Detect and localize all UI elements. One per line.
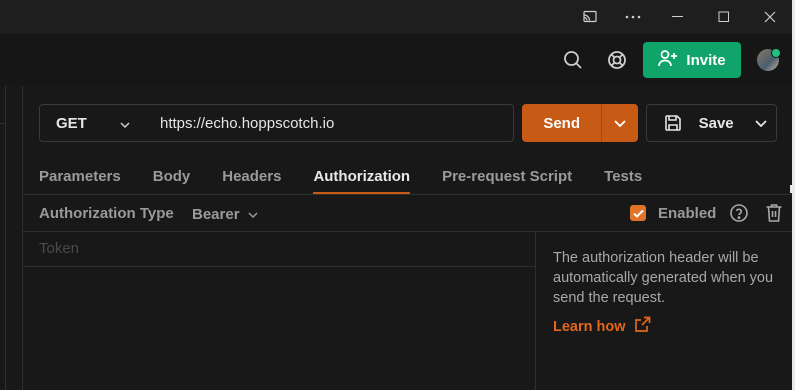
enabled-label: Enabled bbox=[658, 205, 717, 222]
more-icon[interactable] bbox=[613, 0, 653, 34]
delete-icon[interactable] bbox=[765, 203, 783, 228]
external-link-icon bbox=[634, 316, 651, 337]
method-value: GET bbox=[56, 114, 87, 132]
divider bbox=[22, 266, 535, 267]
save-button[interactable]: Save bbox=[646, 104, 777, 142]
divider bbox=[22, 194, 792, 195]
learn-how-link[interactable]: Learn how bbox=[553, 316, 651, 337]
chevron-down-icon[interactable] bbox=[746, 119, 776, 127]
tab-authorization[interactable]: Authorization bbox=[313, 160, 410, 194]
invite-button[interactable]: Invite bbox=[643, 42, 741, 78]
online-status-dot bbox=[771, 48, 781, 58]
tab-headers[interactable]: Headers bbox=[222, 160, 281, 194]
learn-how-label: Learn how bbox=[553, 318, 626, 335]
request-tabs: Parameters Body Headers Authorization Pr… bbox=[39, 160, 674, 194]
chevron-down-icon bbox=[248, 205, 258, 223]
enabled-checkbox[interactable] bbox=[630, 205, 646, 221]
url-input[interactable]: https://echo.hoppscotch.io bbox=[144, 104, 514, 142]
help-icon[interactable] bbox=[729, 203, 749, 228]
auth-type-value: Bearer bbox=[192, 205, 240, 223]
tab-body[interactable]: Body bbox=[153, 160, 191, 194]
panel-divider bbox=[535, 232, 536, 390]
save-icon bbox=[647, 114, 699, 132]
maximize-icon[interactable] bbox=[704, 0, 744, 34]
auth-type-select[interactable]: Bearer bbox=[192, 205, 258, 223]
send-label: Send bbox=[543, 114, 580, 132]
support-icon[interactable] bbox=[606, 49, 628, 76]
method-select[interactable]: GET bbox=[39, 104, 145, 142]
chevron-down-icon bbox=[120, 115, 130, 132]
url-value: https://echo.hoppscotch.io bbox=[160, 114, 335, 132]
tab-parameters[interactable]: Parameters bbox=[39, 160, 121, 194]
tab-tests[interactable]: Tests bbox=[604, 160, 642, 194]
minimize-icon[interactable] bbox=[658, 0, 698, 34]
divider bbox=[0, 123, 6, 124]
divider bbox=[5, 86, 6, 390]
sidebar-strip bbox=[0, 86, 23, 390]
invite-label: Invite bbox=[686, 51, 726, 69]
divider bbox=[22, 231, 792, 232]
save-label: Save bbox=[698, 114, 734, 132]
add-user-icon bbox=[658, 49, 678, 71]
auth-type-label: Authorization Type bbox=[39, 205, 174, 222]
send-button[interactable]: Send bbox=[522, 104, 638, 142]
send-options-button[interactable] bbox=[601, 104, 638, 142]
tab-pre-request-script[interactable]: Pre-request Script bbox=[442, 160, 572, 194]
scroll-marker bbox=[790, 185, 795, 193]
token-input[interactable]: Token bbox=[39, 240, 79, 257]
close-icon[interactable] bbox=[750, 0, 790, 34]
auth-info-text: The authorization header will be automat… bbox=[553, 250, 774, 306]
search-icon[interactable] bbox=[562, 49, 584, 76]
cast-icon[interactable] bbox=[570, 0, 610, 34]
